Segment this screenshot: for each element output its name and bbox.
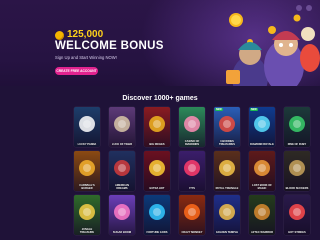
game-thumbnail xyxy=(184,116,200,132)
game-thumbnail xyxy=(114,116,130,132)
game-title: AZTEC WARRIOR xyxy=(251,231,273,234)
game-title: LOST BOOK OF MAGIC xyxy=(252,184,272,190)
game-title: GOLDEN TEMPLE xyxy=(215,231,239,234)
new-badge: NEW xyxy=(250,108,258,111)
game-thumbnail xyxy=(184,204,200,220)
games-section-title: Discover 1000+ games xyxy=(122,95,198,102)
game-thumbnail xyxy=(289,204,305,220)
game-title: BLOOD SUCKERS xyxy=(285,187,309,190)
game-tile[interactable]: LOST BOOK OF MAGIC xyxy=(249,151,275,191)
game-thumbnail xyxy=(149,160,165,176)
game-thumbnail xyxy=(79,204,95,220)
game-thumbnail xyxy=(254,204,270,220)
game-thumbnail xyxy=(219,116,235,132)
game-thumbnail xyxy=(289,116,305,132)
game-title: HOT STRIKES xyxy=(288,231,306,234)
game-tile[interactable]: BIG RICHES xyxy=(144,107,170,147)
coin-icon xyxy=(55,30,64,40)
game-thumbnail xyxy=(289,160,305,176)
bonus-amount: 125,000 xyxy=(67,29,104,40)
game-thumbnail xyxy=(114,204,130,220)
game-tile[interactable]: NEW 3 BUDDIES TREASURES xyxy=(214,107,240,147)
heart-icon[interactable] xyxy=(296,5,302,11)
game-thumbnail xyxy=(79,160,95,176)
game-title: RISE OF RUBY xyxy=(287,143,307,146)
game-tile[interactable]: FORTUNE GODS xyxy=(144,195,170,235)
game-title: LUCKY PANDA xyxy=(77,143,97,146)
game-thumbnail xyxy=(219,204,235,220)
game-thumbnail xyxy=(149,116,165,132)
welcome-headline: WELCOME BONUS xyxy=(55,40,164,52)
game-title: CARNIVAL'S BURGER xyxy=(79,184,95,190)
game-thumbnail xyxy=(254,116,270,132)
game-tile[interactable]: RISE OF RUBY xyxy=(284,107,310,147)
game-tile[interactable]: AMERICAN DREAMS xyxy=(109,151,135,191)
game-tile[interactable]: 777S xyxy=(179,151,205,191)
game-thumbnail xyxy=(184,160,200,176)
game-tile[interactable]: LUCK OF TIGER xyxy=(109,107,135,147)
game-title: 3 BUDDIES TREASURES xyxy=(219,140,235,146)
create-account-button[interactable]: CREATE FREE ACCOUNT xyxy=(55,67,98,75)
game-title: FORTUNE GODS xyxy=(146,231,168,234)
game-thumbnail xyxy=(254,160,270,176)
game-title: CASINO OF DIAMONDS xyxy=(184,140,200,146)
bonus-row: 125,000 xyxy=(55,30,103,40)
game-tile[interactable]: CASINO OF DIAMONDS xyxy=(179,107,205,147)
game-tile[interactable]: BLOOD SUCKERS xyxy=(284,151,310,191)
top-icons xyxy=(296,5,312,11)
game-tile[interactable]: HOT STRIKES xyxy=(284,195,310,235)
game-thumbnail xyxy=(219,160,235,176)
new-badge: NEW xyxy=(215,108,223,111)
game-title: LUCK OF TIGER xyxy=(111,143,133,146)
game-thumbnail xyxy=(114,160,130,176)
game-tile[interactable]: NEW DIAMOND ROYALE xyxy=(249,107,275,147)
game-tile[interactable]: LUCKY PANDA xyxy=(74,107,100,147)
game-tile[interactable]: ROYAL TRIANGLE xyxy=(214,151,240,191)
game-tile[interactable]: EXTRA HOT xyxy=(144,151,170,191)
game-tile[interactable]: AZTEC WARRIOR xyxy=(249,195,275,235)
game-title: SUGAR BOOM xyxy=(112,231,132,234)
game-tile[interactable]: SUGAR BOOM xyxy=(109,195,135,235)
user-icon[interactable] xyxy=(306,5,312,11)
game-title: AMERICAN DREAMS xyxy=(115,184,129,190)
welcome-subline: Sign Up and Start Winning NOW! xyxy=(55,55,117,60)
game-title: 777S xyxy=(188,187,196,190)
game-title: EXTRA HOT xyxy=(149,187,165,190)
game-thumbnail xyxy=(79,116,95,132)
game-tile[interactable]: CARNIVAL'S BURGER xyxy=(74,151,100,191)
game-title: ROYAL TRIANGLE xyxy=(215,187,239,190)
game-thumbnail xyxy=(149,204,165,220)
game-title: CRAZY MONKEY xyxy=(181,231,203,234)
game-title: DIAMOND ROYALE xyxy=(250,143,274,146)
game-tile[interactable]: GOLDEN TEMPLE xyxy=(214,195,240,235)
game-title: BIG RICHES xyxy=(149,143,165,146)
hero-banner: 125,000 WELCOME BONUS Sign Up and Start … xyxy=(0,0,320,86)
games-grid: LUCKY PANDA LUCK OF TIGER BIG RICHES CASINO… xyxy=(74,107,310,235)
game-tile[interactable]: JUNGLE TREASURE xyxy=(74,195,100,235)
game-tile[interactable]: CRAZY MONKEY xyxy=(179,195,205,235)
game-title: JUNGLE TREASURE xyxy=(79,228,95,234)
